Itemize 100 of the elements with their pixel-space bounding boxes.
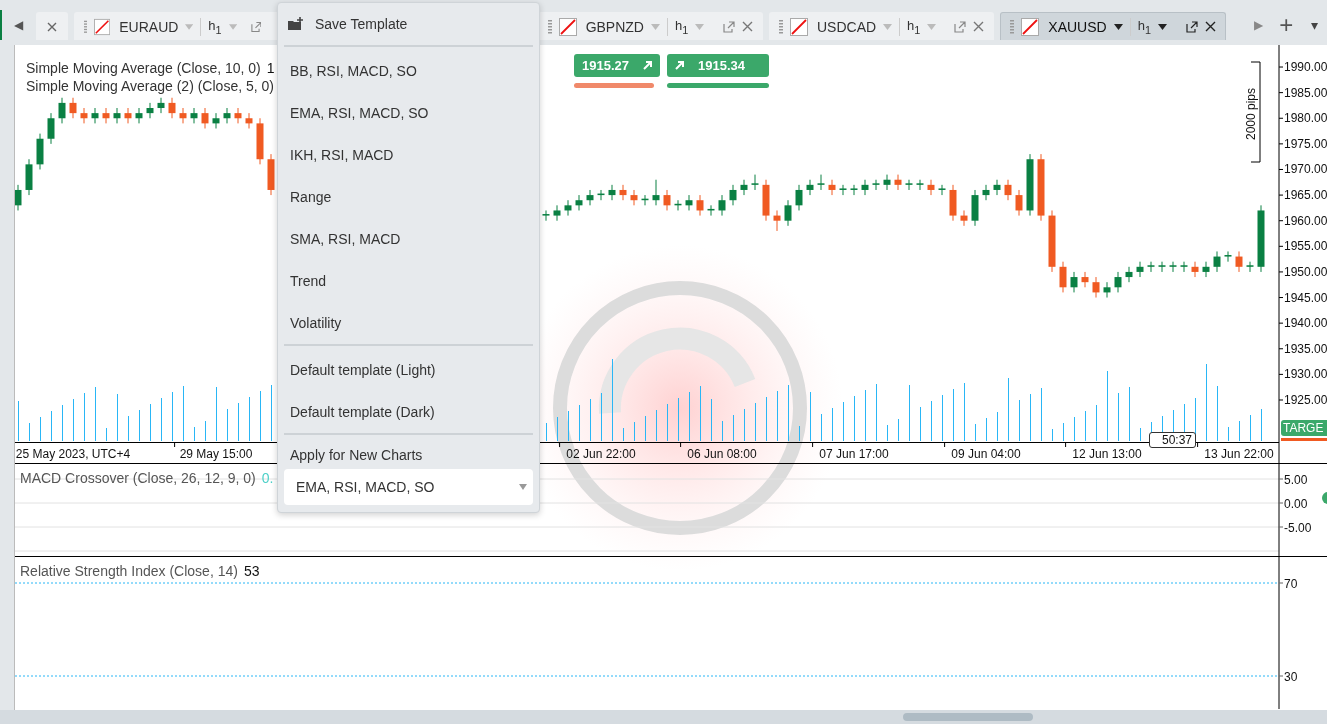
candlestick xyxy=(146,102,154,119)
menu-item[interactable]: EMA, RSI, MACD, SO xyxy=(284,92,533,134)
macd-axis-label: -5.00 xyxy=(1284,521,1312,535)
menu-item[interactable]: IKH, RSI, MACD xyxy=(284,134,533,176)
scroll-left-button[interactable]: ◀ xyxy=(2,10,36,40)
tab[interactable]: GBPNZD h$_{1}$ xyxy=(537,12,763,40)
candlestick xyxy=(1235,250,1243,273)
price-axis-label: 1935.00 xyxy=(1284,341,1327,356)
candlestick xyxy=(190,107,198,124)
symbol-icon xyxy=(790,17,808,36)
candlestick xyxy=(1180,261,1188,273)
close-icon[interactable] xyxy=(46,21,57,32)
candlestick xyxy=(938,184,946,196)
candlestick xyxy=(102,107,110,124)
grip-icon[interactable] xyxy=(83,19,88,34)
price-axis-label: 1965.00 xyxy=(1284,188,1327,203)
indicator-label: Simple Moving Average (2) (Close, 5, 0) xyxy=(26,77,274,95)
grip-icon[interactable] xyxy=(1010,19,1015,34)
candlestick xyxy=(608,184,616,201)
indicator-value: 53 xyxy=(243,563,260,579)
macd-axis-label: 5.00 xyxy=(1284,473,1308,487)
more-tabs-button[interactable]: ▾ xyxy=(1301,10,1327,40)
candlestick xyxy=(1059,261,1067,293)
candlestick xyxy=(15,184,22,211)
timeframe-label[interactable]: h$_{1}$ xyxy=(1137,17,1151,36)
symbol-name: EURAUD xyxy=(119,18,179,35)
add-tab-button[interactable]: + xyxy=(1271,10,1302,40)
candlestick xyxy=(894,174,902,191)
menu-item[interactable]: Volatility xyxy=(284,302,533,344)
countdown-label: 50:37 xyxy=(1149,432,1197,448)
price-marker-icon xyxy=(1322,492,1327,504)
candlestick xyxy=(1103,281,1111,299)
candlestick xyxy=(113,107,121,124)
candlestick xyxy=(575,194,583,211)
menu-item[interactable]: BB, RSI, MACD, SO xyxy=(284,50,533,92)
candlestick xyxy=(773,209,781,232)
timeframe-label[interactable]: h$_{1}$ xyxy=(907,17,921,36)
candlestick xyxy=(817,174,825,191)
candlestick xyxy=(157,97,165,114)
price-axis-label: 1985.00 xyxy=(1284,85,1327,100)
candlestick xyxy=(1081,271,1089,288)
candlestick xyxy=(1202,261,1210,278)
candlestick xyxy=(828,179,836,196)
caret-icon xyxy=(519,484,527,490)
candlestick xyxy=(685,194,693,211)
grip-icon[interactable] xyxy=(779,19,783,34)
candlestick xyxy=(1158,261,1166,273)
caret-icon[interactable] xyxy=(1113,23,1123,30)
timeframe-label[interactable]: h$_{1}$ xyxy=(675,17,689,36)
symbol-icon xyxy=(558,17,577,36)
candlestick xyxy=(795,184,803,211)
close-icon[interactable] xyxy=(1204,21,1216,32)
time-axis-label: 06 Jun 08:00 xyxy=(687,447,757,461)
candlestick xyxy=(168,97,176,119)
folder-add-icon xyxy=(288,17,305,31)
tab[interactable]: USDCAD h$_{1}$ xyxy=(769,12,995,40)
symbol-name: GBPNZD xyxy=(585,18,644,35)
horizontal-scrollbar[interactable] xyxy=(0,710,1327,724)
symbol-icon xyxy=(94,17,111,36)
indicator-label: Relative Strength Index (Close, 14) xyxy=(20,563,238,579)
candlestick xyxy=(553,204,561,222)
menu-item[interactable]: Default template (Light) xyxy=(284,349,533,391)
candlestick xyxy=(993,179,1001,196)
candlestick xyxy=(135,107,143,124)
menu-item[interactable]: Trend xyxy=(284,260,533,302)
candlestick xyxy=(1092,276,1100,299)
candlestick xyxy=(234,107,242,124)
menu-item[interactable]: SMA, RSI, MACD xyxy=(284,218,533,260)
price-axis-label: 1945.00 xyxy=(1284,290,1327,305)
candlestick xyxy=(696,194,704,217)
timeframe-label[interactable]: h$_{1}$ xyxy=(208,17,222,36)
candlestick xyxy=(982,184,990,201)
popout-icon[interactable] xyxy=(1185,20,1198,33)
candlestick xyxy=(784,199,792,227)
candlestick xyxy=(740,179,748,196)
candlestick xyxy=(872,179,880,191)
macd-axis-label: 0.00 xyxy=(1284,497,1308,511)
candlestick xyxy=(839,184,847,196)
menu-item[interactable]: Range xyxy=(284,176,533,218)
candlestick xyxy=(850,184,858,196)
scrollbar-thumb[interactable] xyxy=(903,713,1033,721)
grip-icon[interactable] xyxy=(547,19,552,34)
candlestick xyxy=(718,194,726,217)
tab[interactable]: XAUUSD h$_{1}$ xyxy=(1000,12,1226,40)
candlestick xyxy=(1169,261,1177,273)
menu-item[interactable]: Default template (Dark) xyxy=(284,391,533,433)
candlestick xyxy=(69,97,77,119)
price-axis-label: 1950.00 xyxy=(1284,264,1327,279)
price-axis-label: 1975.00 xyxy=(1284,136,1327,151)
candlestick xyxy=(586,189,594,206)
candlestick xyxy=(883,174,891,191)
caret-icon[interactable] xyxy=(1157,23,1167,30)
template-dropdown[interactable]: EMA, RSI, MACD, SO xyxy=(284,469,533,505)
candlestick xyxy=(619,184,627,201)
target-line xyxy=(1281,438,1327,441)
arrow-icon xyxy=(643,61,652,70)
candlestick xyxy=(751,174,759,191)
candlestick xyxy=(1191,261,1199,278)
candlestick xyxy=(960,209,968,227)
candlestick xyxy=(652,179,660,206)
